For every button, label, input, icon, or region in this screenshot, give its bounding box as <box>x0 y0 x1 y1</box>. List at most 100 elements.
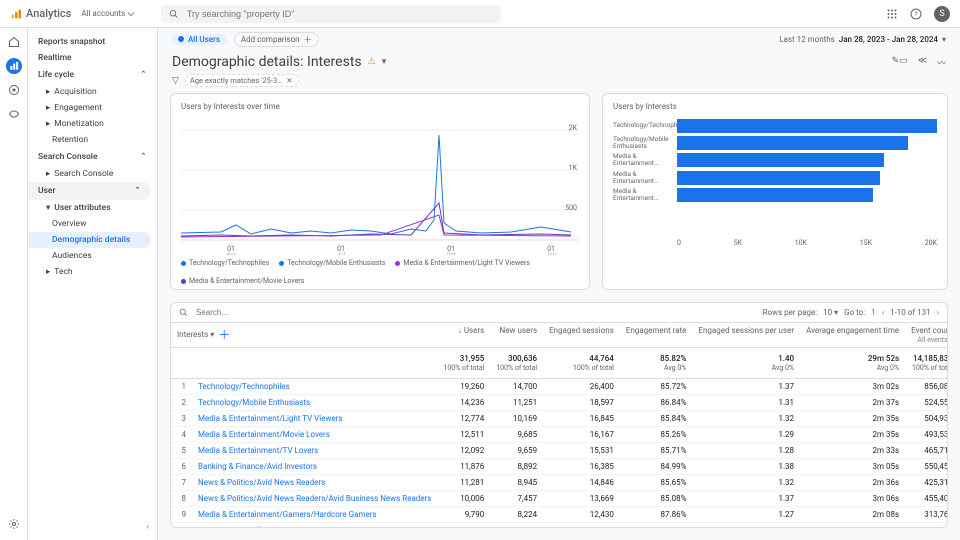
customize-report-icon[interactable]: ✎▭ <box>892 56 908 69</box>
table-toolbar: Rows per page: 10 ▾ Go to: 1 ‹ 1-10 of 1… <box>171 303 947 323</box>
nav-section-user[interactable]: User⌃ <box>28 182 151 200</box>
share-icon[interactable]: ≪ <box>918 56 927 69</box>
analytics-logo-icon <box>10 8 22 20</box>
dimension-link[interactable]: Media & Entertainment/TV Lovers <box>192 443 437 459</box>
date-range-picker[interactable]: Last 12 months Jan 28, 2023 - Jan 28, 20… <box>779 35 946 44</box>
dimension-link[interactable]: Technology/Technophiles <box>192 379 437 395</box>
nav-realtime[interactable]: Realtime <box>28 50 157 66</box>
dimension-link[interactable]: Media & Entertainment/Movie Lovers <box>192 427 437 443</box>
rail-reports[interactable] <box>6 58 22 74</box>
add-comparison[interactable]: Add comparison ＋ <box>234 32 319 47</box>
table-row: 8News & Politics/Avid News Readers/Avid … <box>171 491 948 507</box>
table-row: 3Media & Entertainment/Light TV Viewers1… <box>171 411 948 427</box>
bar-row: Technology/Mobile Enthusiasts <box>613 136 937 150</box>
nav-user-attributes[interactable]: ▾ User attributes <box>28 200 157 216</box>
chart-legend: Technology/TechnophilesTechnology/Mobile… <box>181 255 579 285</box>
chevron-down-icon <box>127 10 135 18</box>
dimension-link[interactable]: News & Politics/Avid News Readers <box>192 475 437 491</box>
bar-row: Technology/Technophiles <box>613 119 937 133</box>
title-row: Demographic details: Interests ⚠ ▾ ✎▭ ≪ … <box>158 50 960 72</box>
svg-text:Apr: Apr <box>226 252 235 255</box>
dimension-link[interactable]: Media & Entertainment/Gamers/Hardcore Ga… <box>192 507 437 523</box>
svg-text:500: 500 <box>565 204 577 212</box>
rail-explore[interactable] <box>6 82 22 98</box>
rail-admin[interactable] <box>6 516 22 532</box>
nav-engagement[interactable]: ▸ Engagement <box>28 100 157 116</box>
chevron-up-icon: ⌃ <box>134 186 141 196</box>
add-dimension[interactable]: ＋ <box>218 326 230 343</box>
thresholding-warning-icon[interactable]: ⚠ <box>368 57 376 67</box>
report-content: All Users Add comparison ＋ Last 12 month… <box>158 28 960 540</box>
search-icon <box>169 9 179 19</box>
table-row: 6Banking & Finance/Avid Investors11,8768… <box>171 459 948 475</box>
nav-collapse[interactable]: ‹ <box>146 522 149 532</box>
card-time-series: Users by Interests over time 2K 1K 500 0… <box>170 93 590 290</box>
svg-text:Oct: Oct <box>446 252 455 255</box>
dimension-link[interactable]: Travel/Travel Buffs <box>192 523 437 529</box>
insights-icon[interactable]: 〰 <box>937 56 946 69</box>
nav-tech[interactable]: ▸ Tech <box>28 264 157 280</box>
nav-reports-snapshot[interactable]: Reports snapshot <box>28 34 157 50</box>
title-chevron-down-icon[interactable]: ▾ <box>382 57 387 67</box>
svg-text:?: ? <box>915 11 918 18</box>
svg-text:2K: 2K <box>569 124 578 132</box>
table-row: 10Travel/Travel Buffs9,5077,21112,82186.… <box>171 523 948 529</box>
search-input[interactable] <box>185 8 493 20</box>
left-rail <box>0 28 28 540</box>
rail-home[interactable] <box>6 34 22 50</box>
remove-filter-icon[interactable]: ✕ <box>286 76 292 85</box>
filter-chip-age[interactable]: Age exactly matches '25-3… ✕ <box>185 74 300 87</box>
svg-text:1K: 1K <box>569 164 578 172</box>
data-table: Interests ▾＋↓ Users New users Engaged se… <box>171 323 948 528</box>
timeseries-chart: 2K 1K 500 01Apr 01Jul 01Oct 01Jan <box>181 115 579 255</box>
rail-advertising[interactable] <box>6 106 22 122</box>
nav-demographic-details[interactable]: Demographic details <box>28 232 151 248</box>
filter-icon: ▽ <box>172 76 179 86</box>
product-name: Analytics <box>26 7 71 20</box>
help-icon[interactable]: ? <box>910 8 922 20</box>
top-bar: Analytics All accounts ? S <box>0 0 960 28</box>
svg-text:Jul: Jul <box>337 252 345 255</box>
nav-section-lifecycle[interactable]: Life cycle⌃ <box>28 66 157 84</box>
table-pagination: Rows per page: 10 ▾ Go to: 1 ‹ 1-10 of 1… <box>763 308 939 317</box>
account-avatar[interactable]: S <box>934 6 950 22</box>
table-search-input[interactable] <box>194 307 757 318</box>
account-selector[interactable]: All accounts <box>81 9 135 18</box>
report-nav: Reports snapshot Realtime Life cycle⌃ ▸ … <box>28 28 158 540</box>
nav-section-search-console[interactable]: Search Console⌃ <box>28 148 157 166</box>
chevron-down-icon: ▾ <box>942 35 946 44</box>
bar-chart-axis: 05K10K15K20K <box>613 239 937 247</box>
table-row: 7News & Politics/Avid News Readers11,281… <box>171 475 948 491</box>
product-logo: Analytics <box>10 7 71 20</box>
dimension-link[interactable]: Banking & Finance/Avid Investors <box>192 459 437 475</box>
card-title: Users by Interests over time <box>181 102 579 111</box>
card-title: Users by Interests <box>613 102 937 111</box>
chevron-up-icon: ⌃ <box>140 70 147 80</box>
filter-row: ▽ Age exactly matches '25-3… ✕ <box>158 72 960 93</box>
dimension-link[interactable]: Technology/Mobile Enthusiasts <box>192 395 437 411</box>
nav-monetization[interactable]: ▸ Monetization <box>28 116 157 132</box>
apps-icon[interactable] <box>886 8 898 20</box>
nav-retention[interactable]: Retention <box>28 132 157 148</box>
nav-overview[interactable]: Overview <box>28 216 157 232</box>
table-row: 1Technology/Technophiles19,26014,70026,4… <box>171 379 948 395</box>
segment-all-users[interactable]: All Users <box>172 34 226 45</box>
page-title: Demographic details: Interests <box>172 54 362 70</box>
dimension-link[interactable]: News & Politics/Avid News Readers/Avid B… <box>192 491 437 507</box>
report-actions: ✎▭ ≪ 〰 <box>892 56 946 69</box>
bar-row: Media & Entertainment… <box>613 188 937 202</box>
card-bar-chart: Users by Interests Technology/Technophil… <box>602 93 948 290</box>
nav-acquisition[interactable]: ▸ Acquisition <box>28 84 157 100</box>
data-table-card: Rows per page: 10 ▾ Go to: 1 ‹ 1-10 of 1… <box>170 302 948 528</box>
goto-page-input[interactable]: 1 <box>871 308 876 317</box>
global-search[interactable] <box>161 5 501 23</box>
page-prev[interactable]: ‹ <box>882 308 884 317</box>
svg-text:Jan: Jan <box>546 252 556 255</box>
nav-search-console[interactable]: ▸ Search Console <box>28 166 157 182</box>
dimension-link[interactable]: Media & Entertainment/Light TV Viewers <box>192 411 437 427</box>
rows-per-page-select[interactable]: 10 ▾ <box>823 308 838 317</box>
page-next[interactable]: › <box>937 308 939 317</box>
dimension-picker[interactable]: Interests ▾ <box>177 330 214 339</box>
nav-audiences[interactable]: Audiences <box>28 248 157 264</box>
search-icon <box>179 308 188 317</box>
